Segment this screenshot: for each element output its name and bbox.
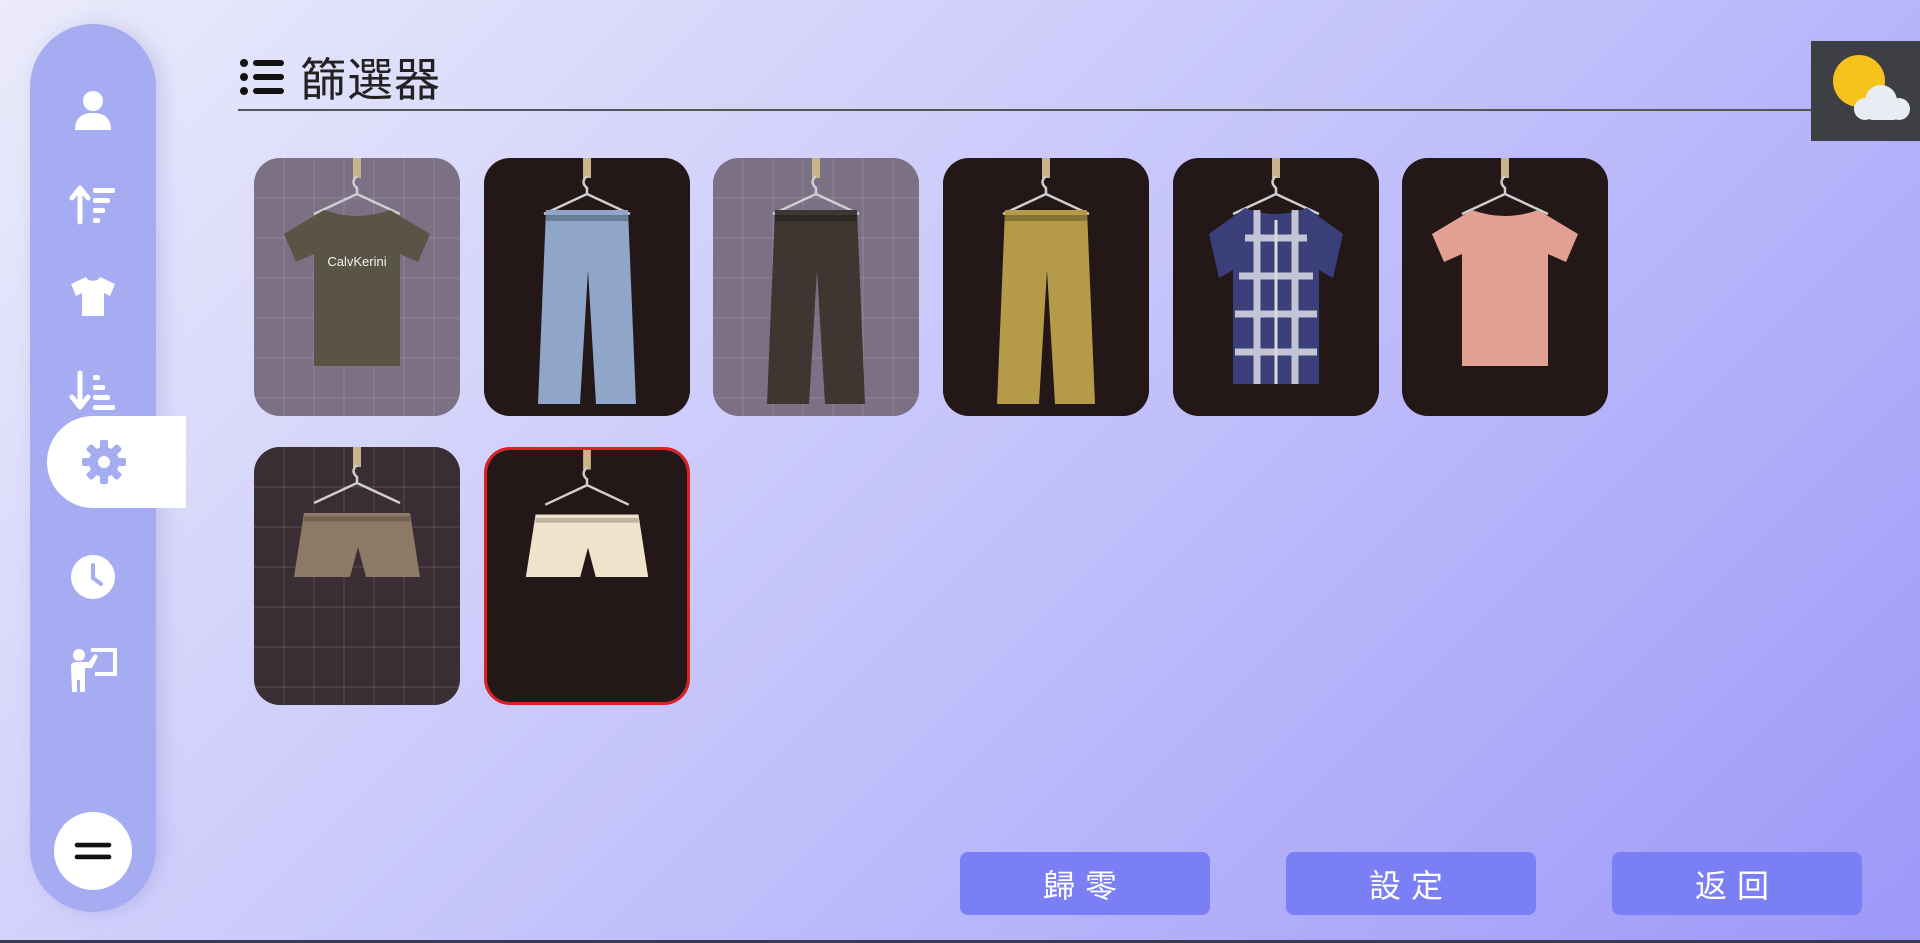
clothing-item[interactable] bbox=[254, 447, 460, 705]
sidebar-item-user[interactable] bbox=[30, 64, 156, 156]
reset-button[interactable]: 歸零 bbox=[960, 852, 1210, 915]
sort-descending-icon bbox=[69, 370, 115, 410]
clothing-item[interactable] bbox=[484, 447, 690, 705]
sidebar-item-settings[interactable] bbox=[47, 416, 186, 508]
presenter-icon bbox=[71, 648, 117, 692]
page-title: 篩選器 bbox=[300, 53, 441, 107]
list-icon bbox=[240, 59, 284, 95]
clothing-item[interactable] bbox=[1173, 158, 1379, 416]
clothing-item[interactable] bbox=[1402, 158, 1608, 416]
back-button[interactable]: 返回 bbox=[1612, 852, 1862, 915]
clothing-photo bbox=[943, 158, 1149, 416]
menu-icon bbox=[74, 842, 112, 860]
clothing-item[interactable] bbox=[943, 158, 1149, 416]
sidebar-item-clothes[interactable] bbox=[30, 250, 156, 342]
set-button[interactable]: 設定 bbox=[1286, 852, 1536, 915]
menu-button[interactable] bbox=[54, 812, 132, 890]
shirt-icon bbox=[71, 277, 115, 316]
sidebar-item-sort-ascending[interactable] bbox=[30, 158, 156, 250]
clothing-photo bbox=[254, 158, 460, 416]
gear-icon bbox=[81, 440, 126, 484]
clock-icon bbox=[71, 555, 115, 599]
sidebar-item-history[interactable] bbox=[30, 531, 156, 623]
partly-cloudy-icon bbox=[1833, 55, 1910, 120]
sort-ascending-icon bbox=[69, 185, 115, 225]
weather-widget[interactable] bbox=[1811, 41, 1920, 141]
sidebar bbox=[30, 24, 186, 912]
sidebar-item-presenter[interactable] bbox=[30, 624, 156, 716]
clothing-photo bbox=[484, 158, 690, 416]
clothing-item[interactable]: CalvKerini bbox=[254, 158, 460, 416]
page-header: 篩選器 bbox=[238, 44, 441, 110]
user-icon bbox=[75, 91, 111, 130]
clothing-photo bbox=[713, 158, 919, 416]
clothing-photo bbox=[254, 447, 460, 705]
header-divider bbox=[238, 109, 1813, 111]
clothing-photo bbox=[1173, 158, 1379, 416]
clothing-item[interactable] bbox=[484, 158, 690, 416]
clothing-print-text: CalvKerini bbox=[327, 254, 387, 269]
clothing-photo bbox=[487, 450, 687, 702]
clothing-item[interactable] bbox=[713, 158, 919, 416]
clothing-photo bbox=[1402, 158, 1608, 416]
